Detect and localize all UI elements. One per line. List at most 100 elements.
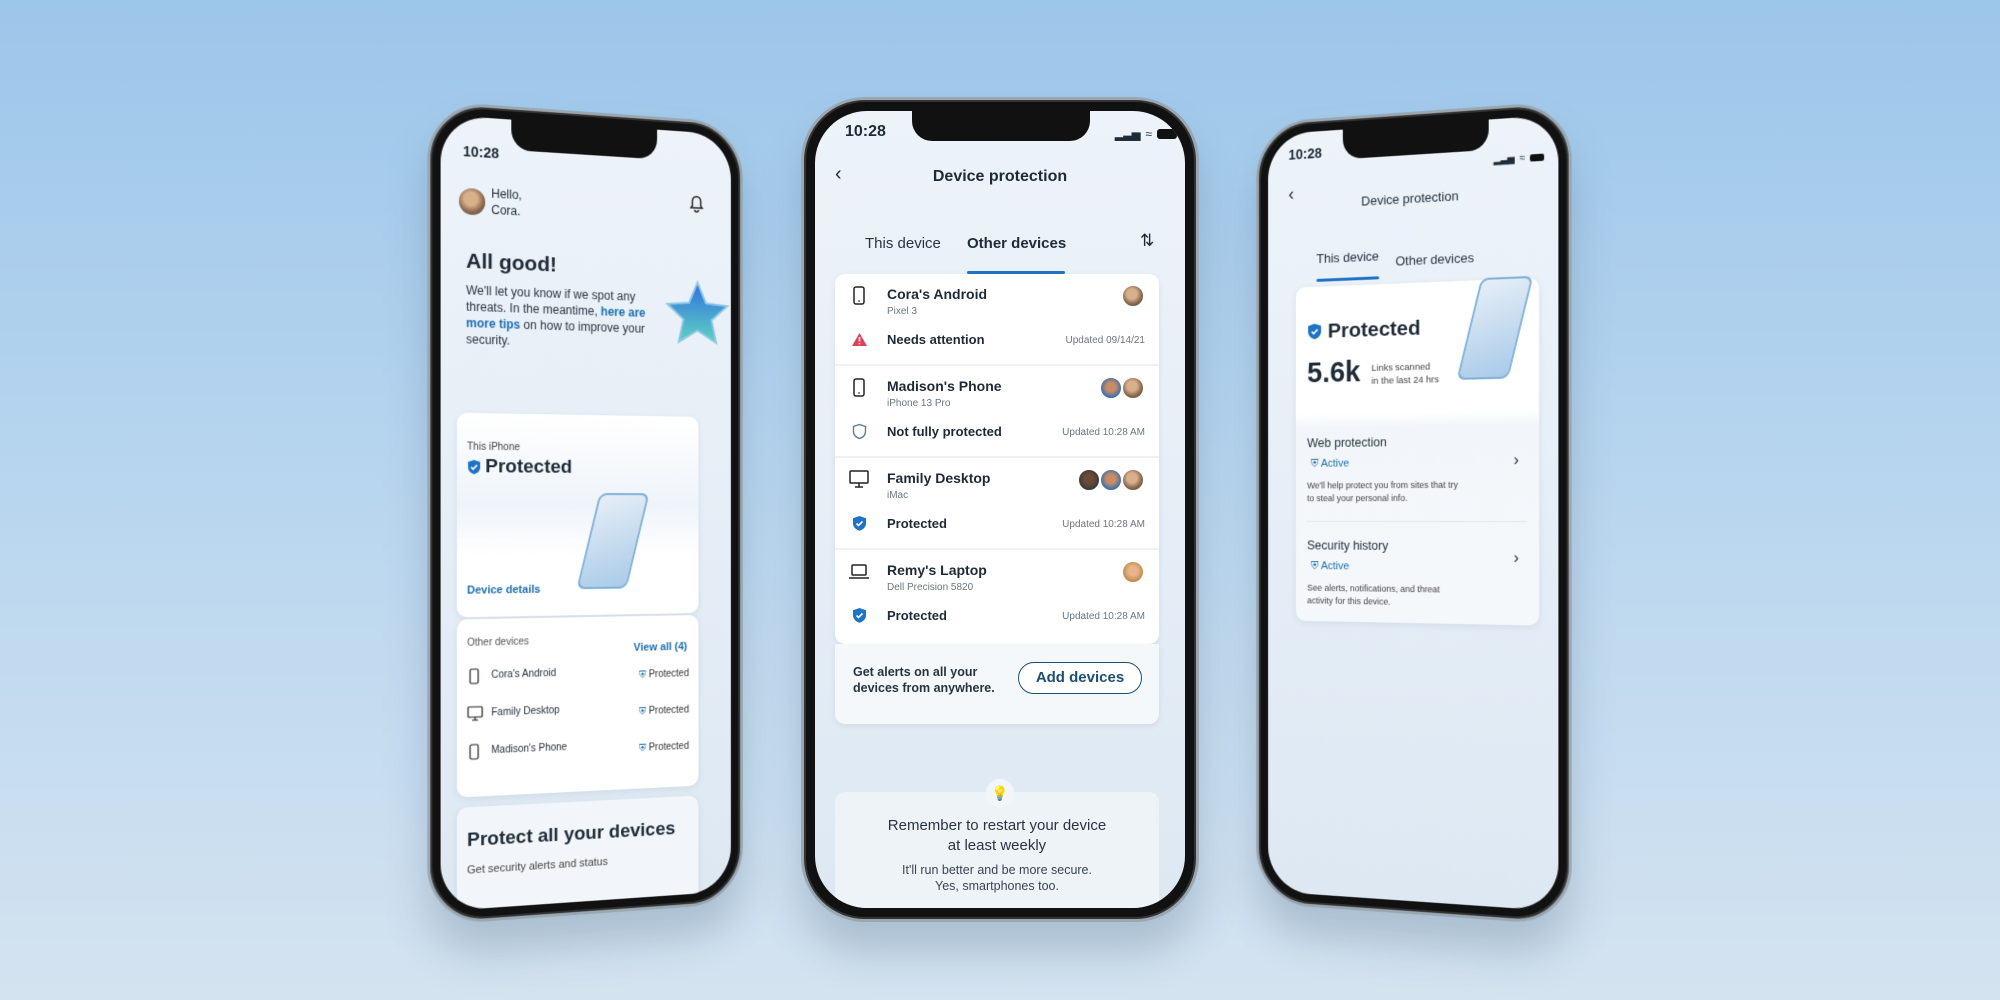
notch (912, 111, 1090, 141)
promo-card[interactable]: Protect all your devices Get security al… (456, 795, 699, 912)
tip-body-line: It'll run better and be more secure. (902, 863, 1092, 877)
status-icons: ▂▃▅ ≈ (1115, 127, 1177, 141)
other-device-row[interactable]: Family Desktop ⛨ Protected (467, 699, 689, 729)
user-name: Cora. (491, 202, 521, 219)
this-iphone-label: This iPhone (467, 441, 521, 454)
protection-status: Protected (1327, 316, 1421, 343)
this-iphone-card[interactable]: This iPhone Protected Device details (456, 412, 699, 618)
notch (511, 119, 658, 160)
status-icons: ▂▃▅ ≈ (1494, 152, 1545, 166)
notch (1342, 119, 1489, 160)
device-name: Remy's Laptop (887, 562, 987, 578)
phone-illustration (1456, 275, 1534, 380)
tip-title-line: Remember to restart your device (887, 817, 1107, 834)
wifi-icon: ≈ (1519, 152, 1526, 165)
message: We'll let you know if we spot any threat… (466, 282, 648, 353)
devices-list: Cora's Android Pixel 3 Needs attention U… (835, 274, 1159, 644)
device-model: iMac (887, 490, 909, 501)
security-history-row[interactable]: Security history ⛨ Active See alerts, no… (1296, 533, 1539, 624)
device-row[interactable]: Madison's Phone iPhone 13 Pro Not fully … (835, 366, 1159, 458)
section-desc-line: We'll help protect you from sites that t… (1307, 479, 1459, 491)
promo-subtitle: Get security alerts and status (467, 855, 608, 877)
center-phone: 10:28 ▂▃▅ ≈ ‹ Device protection This devi… (801, 97, 1199, 922)
shield-check-icon (1308, 323, 1322, 340)
chevron-right-icon[interactable]: › (1513, 550, 1518, 568)
wifi-icon: ≈ (1145, 127, 1152, 141)
right-phone: 10:28 ▂▃▅ ≈ ‹ Device protection This devi… (1256, 100, 1572, 926)
links-label-line: in the last 24 hrs (1371, 374, 1439, 387)
shield-check-icon (853, 516, 866, 531)
headline: All good! (466, 249, 557, 277)
section-title: Web protection (1307, 435, 1387, 451)
bell-icon[interactable] (688, 193, 705, 214)
battery-icon (1156, 129, 1177, 139)
section-status: ⛨ Active (1311, 458, 1349, 471)
section-status-text: Active (1320, 457, 1350, 470)
device-row[interactable]: Cora's Android Pixel 3 Needs attention U… (835, 274, 1159, 366)
shield-check-icon: ⛨ (638, 669, 647, 681)
status-time: 10:28 (845, 123, 886, 140)
shield-check-icon: ⛨ (638, 706, 647, 718)
desktop-icon (849, 470, 869, 488)
tab-other-devices[interactable]: Other devices (967, 235, 1066, 252)
section-desc-line: activity for this device. (1307, 595, 1391, 607)
shield-outline-icon (852, 423, 867, 440)
this-iphone-status: Protected (485, 455, 573, 478)
other-device-row[interactable]: Cora's Android ⛨ Protected (467, 662, 689, 690)
tab-this-device[interactable]: This device (1316, 248, 1378, 266)
greeting-text: Hello, (491, 186, 522, 203)
device-name: Cora's Android (887, 286, 988, 302)
sort-icon[interactable]: ⇅ (1140, 231, 1154, 251)
tab-this-device[interactable]: This device (865, 235, 941, 252)
device-model: Pixel 3 (887, 306, 918, 317)
laptop-icon (849, 564, 869, 579)
avatar[interactable] (458, 187, 486, 216)
tip-title: Remember to restart your device at least … (835, 816, 1159, 856)
device-model: Dell Precision 5820 (887, 582, 974, 593)
left-phone-screen: 10:28 Hello, Cora. All good! We'll let yo… (440, 114, 731, 912)
desktop-icon (467, 706, 483, 722)
section-desc: We'll help protect you from sites that t… (1307, 479, 1458, 505)
device-status-text: Protected (648, 668, 690, 681)
device-status: ⛨ Protected (639, 668, 689, 680)
chevron-right-icon[interactable]: › (1513, 452, 1518, 470)
lightbulb-icon: 💡 (986, 779, 1014, 807)
add-devices-button[interactable]: Add devices (1018, 662, 1142, 694)
phone-illustration (576, 493, 650, 590)
star-icon (665, 278, 730, 349)
device-row[interactable]: Remy's Laptop Dell Precision 5820 Protec… (835, 550, 1159, 642)
avatar (1121, 284, 1145, 308)
shield-check-icon (853, 608, 866, 623)
avatar (1099, 376, 1123, 400)
other-device-row[interactable]: Madison's Phone ⛨ Protected (467, 735, 689, 766)
phone-icon (469, 668, 479, 685)
section-desc-line: to steal your personal info. (1307, 493, 1408, 504)
tip-title-line: at least weekly (947, 837, 1047, 854)
status-time: 10:28 (1288, 144, 1322, 163)
shield-check-icon: ⛨ (1310, 457, 1319, 470)
other-devices-label: Other devices (467, 636, 529, 649)
phone-icon (853, 286, 865, 305)
promo-title: Protect all your devices (467, 818, 676, 852)
tab-other-devices[interactable]: Other devices (1395, 250, 1474, 269)
signal-icon: ▂▃▅ (1493, 153, 1515, 165)
device-status: ⛨ Protected (639, 741, 689, 754)
updated-time: Updated 10:28 AM (1062, 427, 1145, 438)
updated-time: Updated 10:28 AM (1062, 611, 1145, 622)
web-protection-row[interactable]: Web protection ⛨ Active We'll help prote… (1296, 425, 1539, 515)
device-row[interactable]: Family Desktop iMac Protected Updated 10… (835, 458, 1159, 550)
view-all-link[interactable]: View all (4) (634, 641, 688, 654)
center-phone-screen: 10:28 ▂▃▅ ≈ ‹ Device protection This devi… (815, 111, 1185, 908)
device-details-link[interactable]: Device details (467, 584, 540, 597)
phone-icon (853, 378, 865, 397)
section-title: Security history (1307, 538, 1389, 553)
right-phone-screen: 10:28 ▂▃▅ ≈ ‹ Device protection This devi… (1268, 114, 1559, 912)
avatar (1121, 560, 1145, 584)
left-phone: 10:28 Hello, Cora. All good! We'll let yo… (427, 100, 743, 926)
signal-icon: ▂▃▅ (1115, 128, 1141, 141)
device-status-text: Protected (648, 704, 690, 717)
section-status-text: Active (1320, 560, 1350, 573)
links-count: 5.6k (1307, 356, 1361, 390)
avatar (1121, 376, 1145, 400)
device-name: Madison's Phone (491, 741, 568, 757)
